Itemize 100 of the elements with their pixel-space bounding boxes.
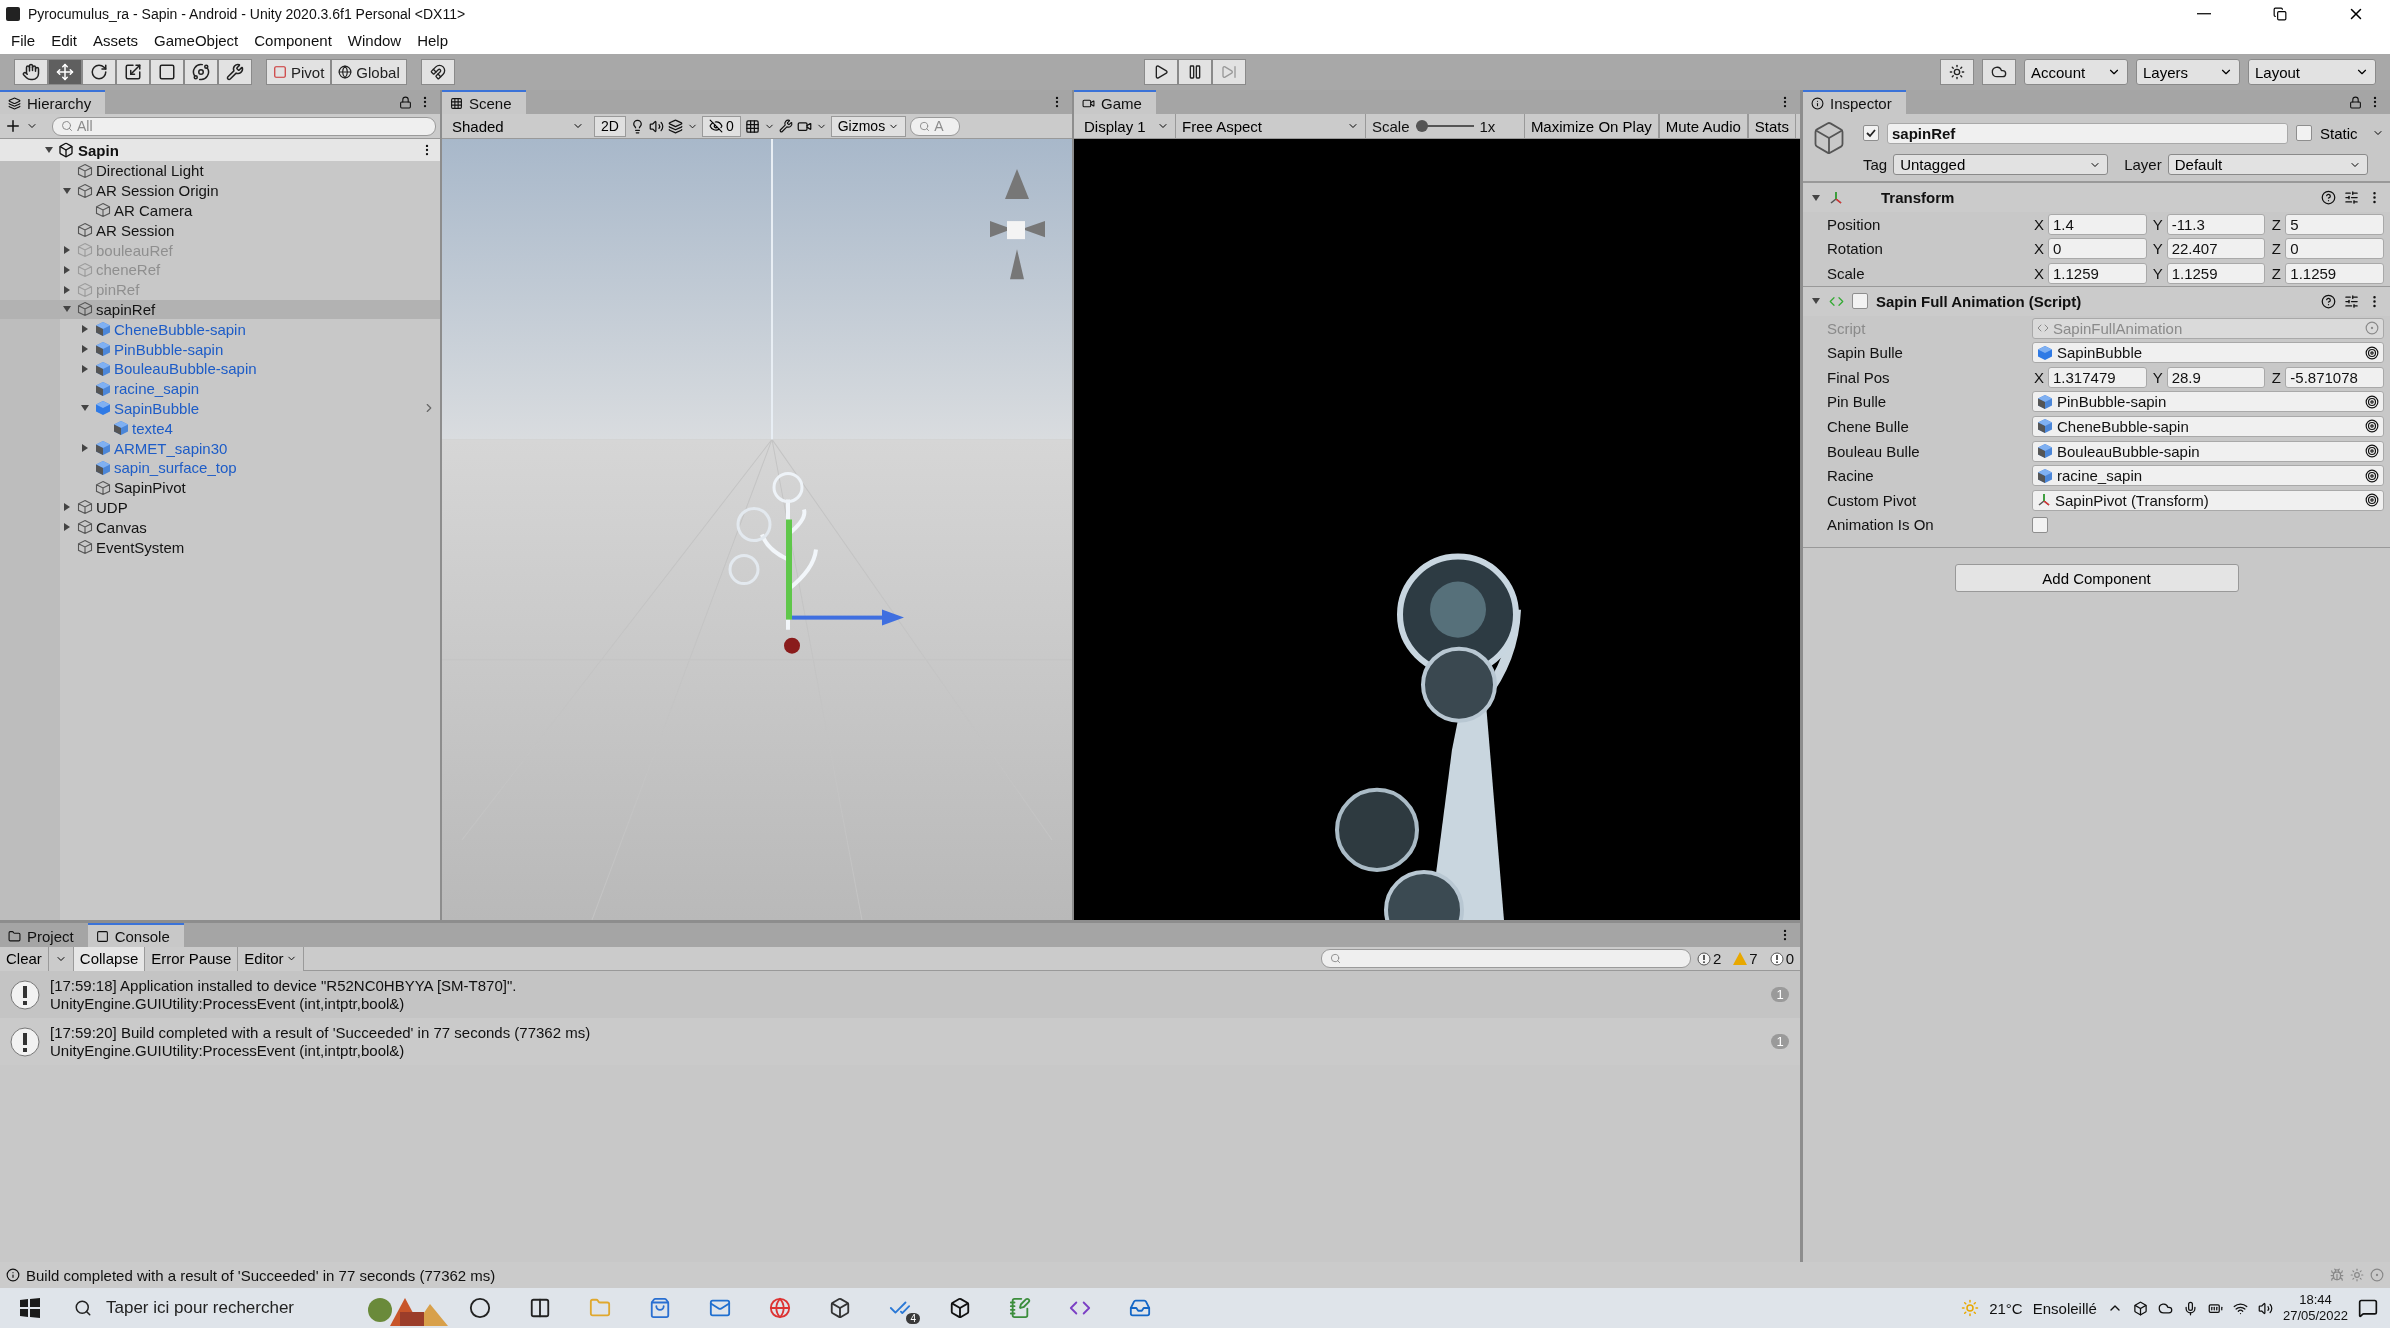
- error-count-toggle[interactable]: 0: [1763, 950, 1800, 967]
- expand-arrow-icon[interactable]: [80, 324, 90, 335]
- cloud-button[interactable]: [1982, 59, 2016, 85]
- scene-tab[interactable]: Scene: [442, 90, 526, 114]
- object-field[interactable]: BouleauBubble-sapin: [2032, 440, 2384, 462]
- error-pause-button[interactable]: Error Pause: [145, 946, 239, 971]
- lock-icon[interactable]: [399, 95, 412, 109]
- hierarchy-item[interactable]: PinBubble-sapin: [0, 339, 440, 359]
- toggle-button[interactable]: Maximize On Play: [1523, 114, 1659, 138]
- shading-dropdown[interactable]: Shaded: [446, 115, 590, 137]
- tools-icon[interactable]: [778, 119, 793, 133]
- object-field[interactable]: SapinPivot (Transform): [2032, 489, 2384, 511]
- menu-item[interactable]: Edit: [43, 29, 86, 52]
- preset-icon[interactable]: [2344, 190, 2359, 205]
- help-icon[interactable]: [2321, 190, 2336, 205]
- menu-item[interactable]: File: [3, 29, 44, 52]
- wifi-icon[interactable]: [2232, 1300, 2248, 1316]
- number-field[interactable]: 28.9: [2166, 366, 2266, 388]
- add-icon[interactable]: [4, 117, 22, 135]
- microphone-icon[interactable]: [2182, 1300, 2198, 1316]
- toggle-button[interactable]: Stats: [1747, 114, 1796, 138]
- taskbar-app-button[interactable]: 4: [870, 1288, 930, 1328]
- menu-item[interactable]: Assets: [85, 29, 147, 52]
- active-checkbox[interactable]: [1863, 125, 1879, 141]
- hierarchy-item[interactable]: AR Camera: [0, 200, 440, 221]
- hierarchy-item[interactable]: sapinRef: [0, 299, 440, 320]
- menu-item[interactable]: GameObject: [146, 29, 247, 52]
- hierarchy-item[interactable]: AR Session Origin: [0, 180, 440, 201]
- add-component-button[interactable]: Add Component: [1954, 564, 2239, 593]
- snap-button[interactable]: [420, 59, 455, 85]
- picker-icon[interactable]: [2365, 345, 2379, 360]
- editor-dropdown[interactable]: Editor: [238, 946, 305, 971]
- number-field[interactable]: 0: [2285, 238, 2384, 260]
- audio-icon[interactable]: [648, 118, 664, 134]
- object-field[interactable]: PinBubble-sapin: [2032, 391, 2384, 413]
- help-icon[interactable]: [2321, 293, 2336, 309]
- tag-dropdown[interactable]: Untagged: [1893, 154, 2109, 175]
- rotate-tool-button[interactable]: [82, 59, 116, 85]
- expand-arrow-icon[interactable]: [62, 522, 72, 533]
- static-checkbox[interactable]: [2296, 125, 2312, 141]
- scene-row[interactable]: Sapin: [0, 139, 440, 161]
- hierarchy-item[interactable]: BouleauBubble-sapin: [0, 358, 440, 379]
- object-field[interactable]: SapinBubble: [2032, 342, 2384, 364]
- collapse-arrow-icon[interactable]: [44, 145, 54, 155]
- hierarchy-item[interactable]: AR Session: [0, 220, 440, 241]
- hierarchy-item[interactable]: SapinBubble: [0, 398, 440, 419]
- hierarchy-item[interactable]: ARMET_sapin30: [0, 438, 440, 458]
- menu-item[interactable]: Component: [246, 29, 340, 52]
- custom-tool-button[interactable]: [218, 59, 252, 85]
- global-button[interactable]: Global: [331, 59, 407, 85]
- play-button[interactable]: [1144, 59, 1178, 85]
- info-count-toggle[interactable]: 2: [1690, 950, 1728, 967]
- menu-item[interactable]: Window: [339, 29, 410, 52]
- console-message[interactable]: [17:59:18] Application installed to device "R52NC0HBYYA [SM-T870]". UnityEngine.GUIUtility:ProcessEvent (int,intptr,bool&) 1: [0, 971, 1800, 1018]
- expand-arrow-icon[interactable]: [80, 443, 90, 454]
- expand-arrow-icon[interactable]: [80, 344, 90, 355]
- collapse-arrow-icon[interactable]: [1811, 192, 1821, 203]
- clock[interactable]: 18:44 27/05/2022: [2282, 1292, 2348, 1324]
- move-tool-button[interactable]: [48, 59, 82, 85]
- enabled-checkbox[interactable]: [1852, 293, 1868, 310]
- 2d-button[interactable]: 2D: [594, 115, 626, 137]
- tray-app-icon[interactable]: [2132, 1300, 2148, 1316]
- pause-button[interactable]: [1178, 59, 1212, 85]
- picker-icon[interactable]: [2365, 419, 2379, 434]
- slider-thumb[interactable]: [1415, 120, 1428, 132]
- number-field[interactable]: 1.1259: [2048, 263, 2147, 284]
- number-field[interactable]: 5: [2285, 213, 2384, 235]
- layer-dropdown[interactable]: Default: [2167, 154, 2368, 175]
- hierarchy-item[interactable]: texte4: [0, 418, 440, 439]
- hidden-objects-button[interactable]: 0: [701, 115, 741, 137]
- search-field[interactable]: [1320, 949, 1691, 968]
- clear-button[interactable]: Clear: [0, 946, 49, 971]
- account-dropdown[interactable]: Account: [2024, 59, 2128, 85]
- gizmos-dropdown[interactable]: Gizmos: [830, 115, 907, 137]
- hierarchy-item[interactable]: racine_sapin: [0, 378, 440, 399]
- hierarchy-item[interactable]: UDP: [0, 497, 440, 518]
- hierarchy-item[interactable]: CheneBubble-sapin: [0, 319, 440, 340]
- number-field[interactable]: 1.4: [2048, 213, 2147, 235]
- number-field[interactable]: -5.871078: [2285, 366, 2384, 388]
- picker-icon[interactable]: [2365, 468, 2379, 483]
- preset-icon[interactable]: [2344, 293, 2359, 309]
- hierarchy-item[interactable]: Directional Light: [0, 161, 440, 181]
- game-tab[interactable]: Game: [1074, 90, 1156, 114]
- notifications-icon[interactable]: [2358, 1298, 2378, 1318]
- picker-icon[interactable]: [2365, 394, 2379, 409]
- collab-button[interactable]: [1940, 59, 1974, 85]
- display-dropdown[interactable]: Display 1: [1078, 114, 1176, 138]
- hierarchy-item[interactable]: EventSystem: [0, 537, 440, 557]
- hierarchy-item[interactable]: sapin_surface_top: [0, 457, 440, 478]
- checkbox[interactable]: [2032, 516, 2048, 533]
- effects-icon[interactable]: [667, 118, 683, 134]
- menu-item[interactable]: Help: [409, 29, 457, 52]
- hand-tool-button[interactable]: [14, 59, 48, 85]
- number-field[interactable]: 1.1259: [2285, 263, 2384, 284]
- console-tab[interactable]: Console: [87, 923, 184, 947]
- object-field[interactable]: CheneBubble-sapin: [2032, 415, 2384, 437]
- toggle-button[interactable]: Mute Audio: [1658, 114, 1748, 138]
- volume-icon[interactable]: [2257, 1300, 2273, 1316]
- scale-tool-button[interactable]: [116, 59, 150, 85]
- inspector-tab[interactable]: Inspector: [1803, 90, 1906, 114]
